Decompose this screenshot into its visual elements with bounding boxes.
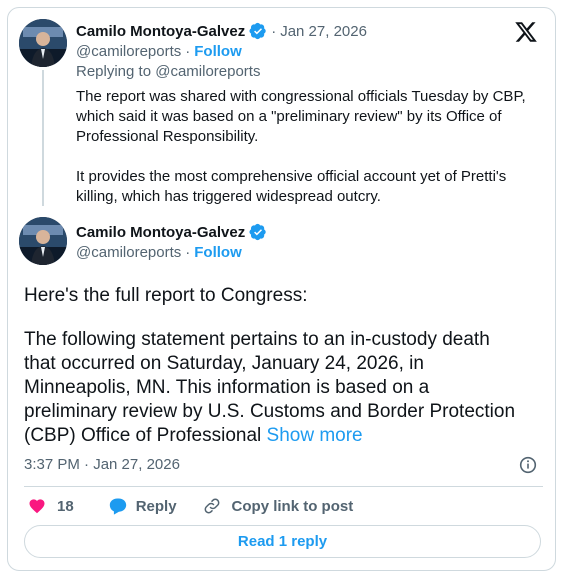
text-fragment: (CBP) Office of Professional bbox=[24, 425, 267, 446]
text-line: Minneapolis, MN. This information is bas… bbox=[24, 377, 430, 398]
text-line: which said it was based on a "preliminar… bbox=[76, 108, 502, 125]
text-line: It provides the most comprehensive offic… bbox=[76, 168, 507, 185]
author-handle[interactable]: @camiloreports bbox=[76, 244, 181, 261]
show-more-link[interactable]: Show more bbox=[267, 425, 363, 446]
replying-to-label[interactable]: Replying to @camiloreports bbox=[76, 63, 260, 80]
action-bar: 18 Reply Copy link to post bbox=[28, 497, 353, 515]
read-replies-button[interactable]: Read 1 reply bbox=[24, 525, 541, 558]
avatar[interactable] bbox=[19, 217, 67, 265]
main-post-body: The following statement pertains to an i… bbox=[24, 328, 544, 448]
separator-dot: · bbox=[185, 43, 191, 60]
post-timestamp[interactable]: 3:37 PM · Jan 27, 2026 bbox=[24, 456, 180, 473]
text-line: The following statement pertains to an i… bbox=[24, 329, 490, 350]
post-date[interactable]: Jan 27, 2026 bbox=[280, 23, 367, 40]
reply-label: Reply bbox=[135, 497, 177, 515]
text-line: preliminary review by U.S. Customs and B… bbox=[24, 401, 516, 422]
heart-icon bbox=[28, 497, 46, 515]
verified-badge-icon bbox=[249, 223, 267, 241]
text-line: The report was shared with congressional… bbox=[76, 88, 526, 105]
divider bbox=[24, 486, 543, 487]
author-name[interactable]: Camilo Montoya-Galvez bbox=[76, 23, 245, 40]
like-button[interactable]: 18 bbox=[28, 497, 74, 515]
separator-dot: · bbox=[185, 244, 191, 261]
parent-author-row: Camilo Montoya-Galvez · Jan 27, 2026 bbox=[76, 22, 367, 40]
text-line: (CBP) Office of Professional Show more bbox=[24, 424, 544, 448]
author-name[interactable]: Camilo Montoya-Galvez bbox=[76, 224, 245, 241]
follow-button[interactable]: Follow bbox=[194, 43, 242, 60]
author-handle[interactable]: @camiloreports bbox=[76, 43, 181, 60]
parent-handle-row: @camiloreports · Follow bbox=[76, 43, 242, 60]
parent-paragraph-1: The report was shared with congressional… bbox=[76, 87, 526, 147]
copy-link-label: Copy link to post bbox=[231, 497, 354, 515]
thread-connector-line bbox=[42, 70, 44, 206]
separator-dot: · bbox=[271, 22, 277, 40]
follow-button[interactable]: Follow bbox=[194, 244, 242, 261]
x-logo-icon[interactable] bbox=[514, 20, 538, 49]
text-line: killing, which has triggered widespread … bbox=[76, 188, 381, 205]
text-line: that occurred on Saturday, January 24, 2… bbox=[24, 353, 424, 374]
info-icon[interactable] bbox=[519, 456, 537, 479]
like-count: 18 bbox=[57, 497, 74, 515]
main-author-row: Camilo Montoya-Galvez bbox=[76, 223, 267, 241]
parent-paragraph-2: It provides the most comprehensive offic… bbox=[76, 167, 506, 207]
main-post-intro: Here's the full report to Congress: bbox=[24, 285, 308, 306]
main-handle-row: @camiloreports · Follow bbox=[76, 244, 242, 261]
link-icon bbox=[203, 497, 221, 515]
copy-link-button[interactable]: Copy link to post bbox=[203, 497, 354, 515]
avatar[interactable] bbox=[19, 19, 67, 67]
verified-badge-icon bbox=[249, 22, 267, 40]
reply-bubble-icon bbox=[108, 497, 128, 515]
text-line: Professional Responsibility. bbox=[76, 128, 259, 145]
reply-button[interactable]: Reply bbox=[108, 497, 177, 515]
